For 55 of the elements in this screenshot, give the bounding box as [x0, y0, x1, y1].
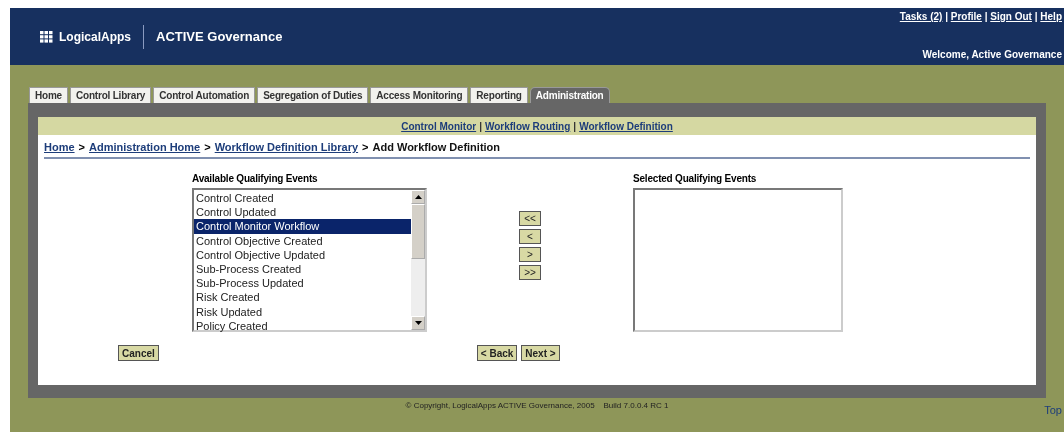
header-link[interactable]: Profile: [950, 11, 982, 22]
list-item[interactable]: Policy Created: [194, 318, 411, 334]
separator: |: [983, 11, 989, 22]
header-link[interactable]: Tasks (2): [899, 11, 943, 22]
list-item[interactable]: Sub-Process Created: [194, 262, 411, 277]
move-button[interactable]: <<: [519, 211, 541, 226]
breadcrumb-current: Add Workflow Definition: [372, 141, 501, 153]
breadcrumb-separator: >: [204, 141, 211, 153]
nav-tab[interactable]: Reporting: [470, 87, 528, 103]
nav-tab[interactable]: Administration: [529, 87, 610, 103]
subnav-link[interactable]: Workflow Routing: [484, 120, 571, 132]
list-item[interactable]: Risk Updated: [194, 304, 411, 319]
nav-tab[interactable]: Home: [29, 87, 68, 103]
nav-tab[interactable]: Control Automation: [153, 87, 256, 103]
separator: |: [944, 11, 949, 22]
separator: |: [573, 120, 577, 132]
breadcrumb-link[interactable]: Administration Home: [89, 141, 201, 153]
next-button[interactable]: Next >: [521, 345, 560, 361]
welcome-text: Welcome, Active Governance: [922, 49, 1062, 60]
cancel-button[interactable]: Cancel: [118, 345, 159, 361]
header-link[interactable]: Sign Out: [990, 11, 1032, 22]
list-item[interactable]: Control Objective Updated: [194, 247, 411, 262]
scroll-down-icon[interactable]: [414, 321, 422, 325]
list-item[interactable]: Control Created: [194, 191, 411, 206]
list-title: Selected Qualifying Events: [633, 173, 758, 184]
scroll-up-icon[interactable]: [414, 195, 422, 199]
grid-icon: [40, 30, 53, 43]
breadcrumb-link[interactable]: Home: [44, 141, 75, 153]
list-title: Available Qualifying Events: [192, 173, 319, 184]
nav-tab[interactable]: Control Library: [70, 87, 152, 103]
list-item[interactable]: Control Monitor Workflow: [194, 219, 411, 234]
nav-tab[interactable]: Segregation of Duties: [257, 87, 369, 103]
list-item[interactable]: Risk Created: [194, 290, 411, 305]
logo: LogicalApps: [40, 29, 131, 44]
product-name: ACTIVE Governance: [156, 29, 283, 44]
breadcrumb-separator: >: [362, 141, 369, 153]
separator: |: [1033, 11, 1039, 22]
list-item[interactable]: Control Objective Created: [194, 233, 411, 248]
breadcrumb-link[interactable]: Workflow Definition Library: [214, 141, 359, 153]
move-button[interactable]: >>: [519, 265, 541, 280]
header-link[interactable]: Help: [1040, 11, 1062, 22]
nav-tab[interactable]: Access Monitoring: [370, 87, 469, 103]
subnav-link[interactable]: Workflow Definition: [579, 120, 673, 132]
subnav-link[interactable]: Control Monitor: [401, 120, 477, 132]
list-item[interactable]: Control Updated: [194, 205, 411, 220]
back-button[interactable]: < Back: [476, 345, 518, 361]
separator: |: [479, 120, 482, 132]
available-events-list[interactable]: Control Created Control Updated Control Monitor Workflow Control Objective Created Control Objective Updated Sub-Process Created Sub-Process Updated Risk Created Risk Updated Policy Created: [192, 188, 427, 332]
selected-events-list[interactable]: [633, 188, 843, 332]
copyright-text: © Copyright, LogicalApps ACTIVE Governance, 2005 Build 7.0.0.4 RC 1: [405, 401, 669, 410]
breadcrumb-separator: >: [78, 141, 85, 153]
move-button[interactable]: <: [519, 229, 541, 244]
scrollbar[interactable]: [411, 190, 425, 330]
list-item[interactable]: Sub-Process Updated: [194, 276, 411, 291]
move-button[interactable]: >: [519, 247, 541, 262]
